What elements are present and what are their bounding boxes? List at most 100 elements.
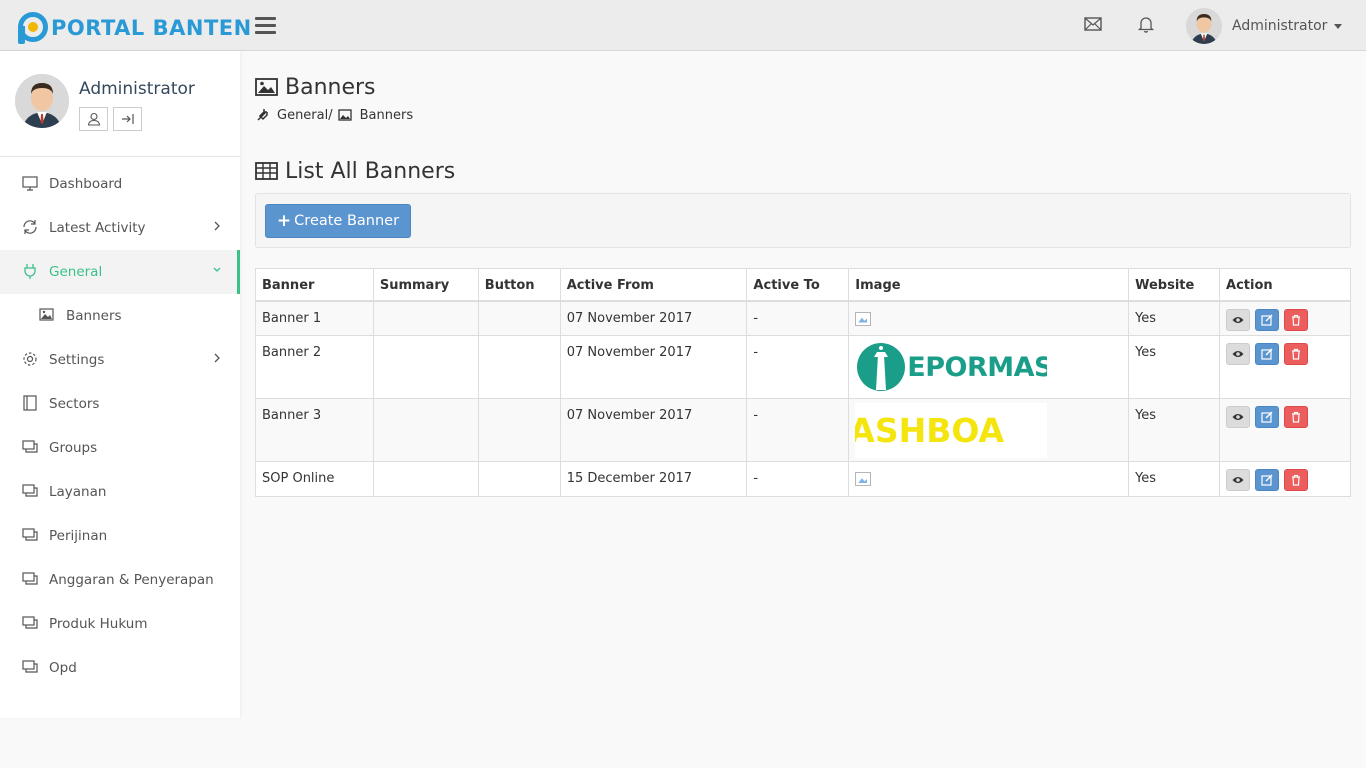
hamburger-icon[interactable] — [255, 17, 276, 35]
mail-icon[interactable] — [1083, 14, 1105, 36]
banner-active-from: 07 November 2017 — [559, 335, 748, 399]
banner-summary — [372, 461, 479, 497]
column-header[interactable]: Summary — [372, 268, 479, 302]
view-button[interactable] — [1226, 343, 1251, 365]
column-header[interactable]: Active From — [559, 268, 748, 302]
column-header[interactable]: Active To — [746, 268, 850, 302]
column-header[interactable]: Website — [1128, 268, 1221, 302]
banner-active-to: - — [746, 300, 850, 336]
view-button[interactable] — [1226, 406, 1251, 428]
delete-button[interactable] — [1284, 308, 1309, 331]
sidebar-item-label: Produk Hukum — [49, 616, 148, 632]
trash-icon — [1292, 348, 1301, 360]
sidebar-item-produk-hukum[interactable]: Produk Hukum — [0, 602, 240, 646]
banner-active-from: 07 November 2017 — [559, 398, 748, 462]
delete-button[interactable] — [1284, 406, 1309, 428]
edit-icon — [1261, 348, 1273, 360]
user-menu[interactable]: Administrator — [1186, 7, 1343, 45]
toolbar: + Create Banner — [255, 193, 1351, 248]
bell-icon[interactable] — [1136, 14, 1158, 36]
view-button[interactable] — [1226, 308, 1251, 331]
table-row: Banner 2 07 November 2017 - EPORMAS Yes — [255, 335, 1351, 399]
sidebar-item-label: Anggaran & Penyerapan — [49, 572, 214, 588]
image-icon — [255, 78, 278, 96]
table-header-row: Banner Summary Button Active From Active… — [255, 268, 1351, 302]
broken-image-icon — [855, 311, 872, 326]
sidebar-item-general[interactable]: General — [0, 250, 240, 294]
banners-table: Banner Summary Button Active From Active… — [255, 268, 1351, 497]
banner-active-from: 15 December 2017 — [559, 461, 748, 497]
sidebar-item-opd[interactable]: Opd — [0, 646, 240, 690]
sidebar-item-layanan[interactable]: Layanan — [0, 470, 240, 514]
brand-name: PORTAL BANTEN — [51, 16, 252, 40]
eye-icon — [1232, 316, 1244, 323]
sidebar-item-label: Layanan — [49, 484, 107, 500]
banner-website: Yes — [1128, 461, 1221, 497]
eye-icon — [1232, 414, 1244, 420]
windows-icon — [22, 440, 38, 453]
eparmas-banner-image: EPORMAS — [855, 340, 1047, 395]
broken-image-icon — [855, 472, 872, 486]
action-cell — [1219, 398, 1351, 462]
caret-down-icon — [1334, 23, 1343, 29]
banner-name: Banner 1 — [255, 300, 374, 336]
table-row: Banner 3 07 November 2017 - ASHBOA Yes — [255, 398, 1351, 462]
brand-logo[interactable]: PORTAL BANTEN — [18, 11, 252, 45]
eparmas-banner-text: EPORMAS — [907, 352, 1048, 383]
delete-button[interactable] — [1284, 343, 1309, 365]
edit-icon — [1261, 474, 1273, 486]
sidebar-item-perijinan[interactable]: Perijinan — [0, 514, 240, 558]
windows-icon — [22, 528, 38, 541]
sidebar-item-anggaran[interactable]: Anggaran & Penyerapan — [0, 558, 240, 602]
breadcrumb-general[interactable]: General/ — [277, 108, 333, 123]
sidebar-item-dashboard[interactable]: Dashboard — [0, 162, 240, 206]
banner-button — [477, 398, 561, 462]
delete-button[interactable] — [1284, 469, 1309, 491]
banner-active-from: 07 November 2017 — [559, 300, 748, 336]
dashboard-banner-text: ASHBOA — [855, 411, 1005, 450]
edit-button[interactable] — [1255, 343, 1280, 365]
edit-button[interactable] — [1255, 469, 1280, 491]
sidebar-item-label: Latest Activity — [49, 220, 146, 236]
edit-icon — [1261, 411, 1273, 423]
sidebar-item-banners[interactable]: Banners — [0, 294, 240, 338]
breadcrumb: General/ Banners — [255, 106, 413, 124]
portal-logo-icon — [18, 12, 48, 44]
edit-button[interactable] — [1255, 308, 1280, 331]
profile-name: Administrator — [79, 79, 195, 99]
gear-icon — [23, 352, 37, 366]
trash-icon — [1292, 314, 1301, 326]
sidebar-item-latest-activity[interactable]: Latest Activity — [0, 206, 240, 250]
sidebar-profile: Administrator — [0, 51, 240, 157]
panel-title-text: List All Banners — [285, 158, 456, 184]
sidebar-item-groups[interactable]: Groups — [0, 426, 240, 470]
logout-button[interactable] — [113, 107, 142, 131]
banner-button — [477, 335, 561, 399]
create-banner-button[interactable]: + Create Banner — [265, 204, 411, 238]
chevron-down-icon — [213, 267, 221, 272]
column-header[interactable]: Image — [848, 268, 1130, 302]
column-header[interactable]: Button — [477, 268, 561, 302]
trash-icon — [1292, 474, 1301, 486]
column-header[interactable]: Banner — [255, 268, 374, 302]
page-title: Banners — [255, 72, 376, 102]
action-cell — [1219, 335, 1351, 399]
sidebar-item-settings[interactable]: Settings — [0, 338, 240, 382]
eye-icon — [1232, 477, 1244, 483]
banner-website: Yes — [1128, 398, 1221, 462]
breadcrumb-banners: Banners — [359, 107, 414, 123]
sidebar-item-label: Opd — [49, 660, 77, 676]
view-button[interactable] — [1226, 469, 1251, 491]
banner-summary — [372, 300, 479, 336]
plug-icon — [24, 264, 36, 279]
windows-icon — [22, 616, 38, 629]
chevron-right-icon — [214, 353, 220, 363]
banner-image-cell: ASHBOA — [848, 398, 1130, 462]
banner-image-cell — [848, 300, 1130, 336]
refresh-icon — [23, 220, 37, 234]
column-header[interactable]: Action — [1219, 268, 1351, 302]
edit-button[interactable] — [1255, 406, 1280, 428]
banner-website: Yes — [1128, 300, 1221, 336]
profile-button[interactable] — [79, 107, 108, 131]
sidebar-item-sectors[interactable]: Sectors — [0, 382, 240, 426]
